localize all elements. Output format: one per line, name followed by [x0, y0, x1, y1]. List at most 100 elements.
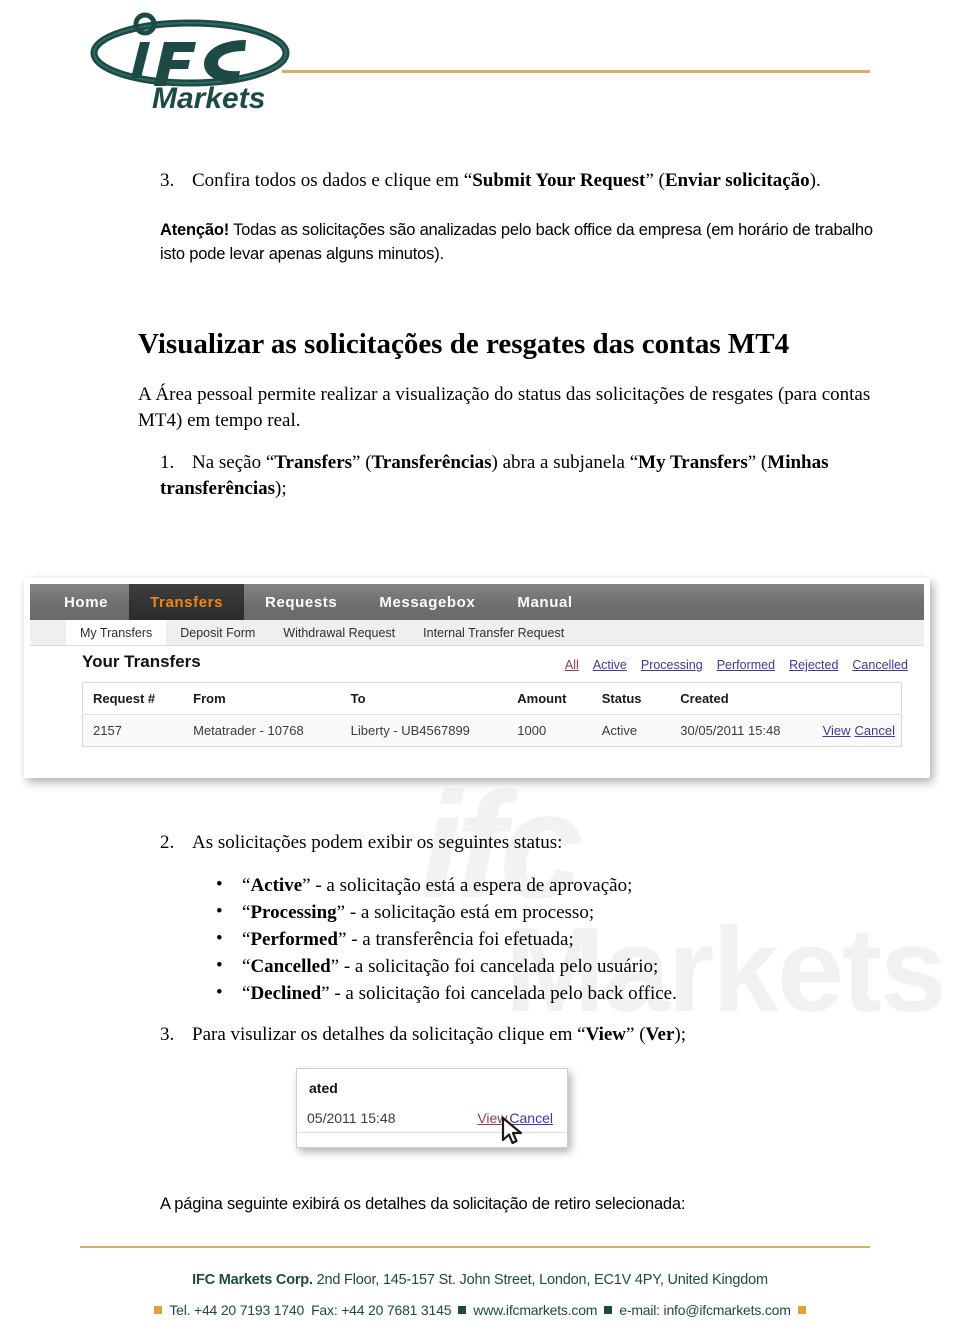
zoom-row-divider: [297, 1132, 567, 1133]
cell-amount: 1000: [507, 714, 592, 747]
transfers-table: Request # From To Amount Status Created …: [82, 682, 902, 747]
subnav-item-withdrawal-request[interactable]: Withdrawal Request: [269, 620, 409, 645]
list-item: “Processing” - a solicitação está em pro…: [210, 898, 850, 926]
step-3-bottom-bold-1: View: [585, 1024, 627, 1045]
footer-web: www.ifcmarkets.com: [473, 1302, 598, 1318]
app-main-nav: Home Transfers Requests Messagebox Manua…: [30, 584, 924, 620]
subnav-item-deposit-form[interactable]: Deposit Form: [166, 620, 269, 645]
step-3-bottom-bold-2: Ver: [645, 1024, 675, 1045]
footer-company-name: IFC Markets Corp.: [192, 1272, 313, 1288]
col-from: From: [183, 682, 341, 715]
filter-link-rejected[interactable]: Rejected: [789, 658, 838, 672]
app-sub-nav: My Transfers Deposit Form Withdrawal Req…: [30, 620, 924, 646]
filter-link-active[interactable]: Active: [593, 658, 627, 672]
step-1-number: 1.: [160, 452, 175, 473]
step-3-bottom-text-1: Para visulizar os detalhes da solicitaçã…: [192, 1024, 586, 1045]
view-link[interactable]: View: [823, 723, 851, 738]
status-desc-processing: - a solicitação está em processo;: [345, 902, 595, 923]
filter-link-processing[interactable]: Processing: [641, 658, 703, 672]
zoom-created-date-fragment: 05/2011 15:48: [307, 1110, 396, 1126]
step-1-bold-3: My Transfers: [638, 452, 748, 473]
app-screenshot-canvas: Home Transfers Requests Messagebox Manua…: [24, 578, 930, 778]
status-filter-links: All Active Processing Performed Rejected…: [565, 658, 908, 672]
list-item: “Active” - a solicitação está a espera d…: [210, 871, 850, 899]
mouse-cursor-icon: [501, 1117, 523, 1145]
status-desc-active: - a solicitação está a espera de aprovaç…: [310, 875, 633, 896]
closing-paragraph: A página seguinte exibirá os detalhes da…: [160, 1195, 686, 1213]
step-3-top-text-1: Confira todos os dados e clique em “: [192, 170, 473, 191]
footer-gold-rule: [80, 1246, 870, 1248]
document-header: Markets: [0, 0, 960, 120]
step-1-bold-1: Transfers: [274, 452, 353, 473]
status-desc-declined: - a solicitação foi cancelada pelo back …: [329, 983, 677, 1004]
step-2-text: As solicitações podem exibir os seguinte…: [192, 832, 563, 853]
col-request: Request #: [82, 682, 184, 715]
nav-item-home[interactable]: Home: [30, 584, 129, 620]
panel-title: Your Transfers: [82, 652, 201, 671]
cell-request: 2157: [82, 714, 184, 747]
list-item: “Performed” - a transferência foi efetua…: [210, 925, 850, 953]
document-page: Markets 3. Confira todos os dados e cliqu…: [0, 0, 960, 1338]
col-to: To: [340, 682, 508, 715]
filter-link-performed[interactable]: Performed: [717, 658, 775, 672]
footer-fax: Fax: +44 20 7681 3145: [311, 1302, 452, 1318]
app-screenshot-view-link-detail: ated 05/2011 15:48 View Cancel: [296, 1068, 568, 1148]
step-1-text-2: ” (: [352, 452, 372, 473]
filter-link-all[interactable]: All: [565, 658, 579, 672]
status-term-cancelled: Cancelled: [250, 956, 331, 977]
logo-icon: Markets: [90, 12, 290, 113]
step-3-top-text-3: ).: [809, 170, 821, 191]
section-intro: A Área pessoal permite realizar a visual…: [138, 384, 871, 431]
step-3-top-bold-2: Enviar solicitação: [664, 170, 810, 191]
attention-text: Todas as solicitações são analizadas pel…: [160, 221, 873, 263]
step-3-bottom-text-2: ” (: [626, 1024, 646, 1045]
nav-item-requests[interactable]: Requests: [244, 584, 358, 620]
bullet-square-icon: [604, 1306, 613, 1314]
ifc-markets-logo: Markets: [78, 8, 308, 113]
nav-item-transfers[interactable]: Transfers: [129, 584, 245, 620]
nav-item-messagebox[interactable]: Messagebox: [358, 584, 496, 620]
transfers-table-body: 2157 Metatrader - 10768 Liberty - UB4567…: [82, 714, 902, 747]
step-1-text-1: Na seção “: [192, 452, 275, 473]
bullet-square-icon: [458, 1306, 467, 1314]
col-actions: [812, 682, 902, 715]
attention-label: Atenção!: [160, 221, 229, 239]
bullet-square-icon: [797, 1306, 806, 1314]
filter-link-cancelled[interactable]: Cancelled: [852, 658, 908, 672]
step-1-bold-2: Transferências: [371, 452, 492, 473]
list-item: “Declined” - a solicitação foi cancelada…: [210, 979, 850, 1007]
cell-status: Active: [591, 714, 671, 747]
zoom-created-header-fragment: ated: [309, 1080, 338, 1096]
step-3-top-bold-1: Submit Your Request: [472, 170, 646, 191]
step-1-text-5: );: [275, 478, 287, 499]
footer-tel: Tel. +44 20 7193 1740: [169, 1302, 305, 1318]
col-created: Created: [670, 682, 813, 715]
footer-contact-line: Tel. +44 20 7193 1740 Fax: +44 20 7681 31…: [0, 1302, 960, 1318]
status-desc-performed: - a transferência foi efetuada;: [346, 929, 574, 950]
step-3-bottom-text-3: );: [674, 1024, 686, 1045]
svg-text:Markets: Markets: [152, 82, 265, 113]
status-description-list: “Active” - a solicitação está a espera d…: [210, 871, 850, 1007]
cancel-link[interactable]: Cancel: [855, 723, 895, 738]
subnav-item-internal-transfer-request[interactable]: Internal Transfer Request: [409, 620, 578, 645]
nav-item-manual[interactable]: Manual: [496, 584, 593, 620]
step-3-top-number: 3.: [160, 170, 175, 191]
header-gold-rule: [282, 70, 870, 73]
col-status: Status: [591, 682, 671, 715]
footer-email: e-mail: info@ifcmarkets.com: [619, 1302, 791, 1318]
status-desc-cancelled: - a solicitação foi cancelada pelo usuár…: [339, 956, 659, 977]
cell-created: 30/05/2011 15:48: [670, 714, 813, 747]
subnav-item-my-transfers[interactable]: My Transfers: [66, 620, 167, 645]
step-2-number: 2.: [160, 832, 175, 853]
footer-address-text: 2nd Floor, 145-157 St. John Street, Lond…: [312, 1272, 768, 1288]
footer-address: IFC Markets Corp. 2nd Floor, 145-157 St.…: [0, 1272, 960, 1288]
status-term-performed: Performed: [250, 929, 338, 950]
step-1-text-3: ) abra a subjanela “: [491, 452, 639, 473]
status-term-processing: Processing: [250, 902, 337, 923]
list-item: “Cancelled” - a solicitação foi cancelad…: [210, 952, 850, 980]
table-row: 2157 Metatrader - 10768 Liberty - UB4567…: [82, 714, 902, 747]
step-3-bottom: 3. Para visulizar os detalhes da solicita…: [160, 1022, 860, 1048]
step-3-top: 3. Confira todos os dados e clique em “Su…: [160, 168, 920, 194]
step-1-text-4: ” (: [747, 452, 768, 473]
app-screenshot-my-transfers: Home Transfers Requests Messagebox Manua…: [24, 578, 930, 778]
